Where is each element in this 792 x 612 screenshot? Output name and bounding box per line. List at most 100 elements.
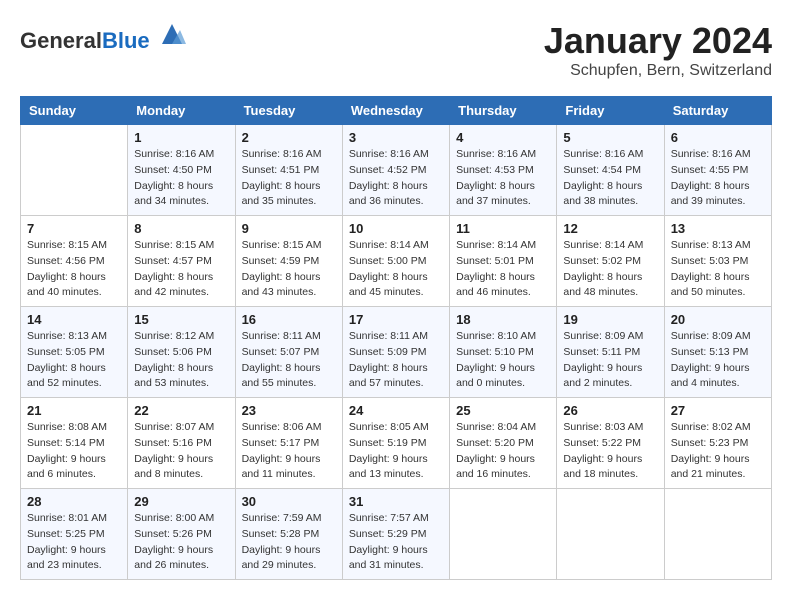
calendar-cell: 21 Sunrise: 8:08 AMSunset: 5:14 PMDayligh… — [21, 398, 128, 489]
day-number: 5 — [563, 130, 657, 145]
day-number: 11 — [456, 221, 550, 236]
day-info: Sunrise: 8:08 AMSunset: 5:14 PMDaylight:… — [27, 420, 121, 483]
column-header-friday: Friday — [557, 97, 664, 125]
calendar-cell: 12 Sunrise: 8:14 AMSunset: 5:02 PMDayligh… — [557, 216, 664, 307]
calendar-cell: 26 Sunrise: 8:03 AMSunset: 5:22 PMDayligh… — [557, 398, 664, 489]
calendar-cell: 9Sunrise: 8:15 AMSunset: 4:59 PMDaylight… — [235, 216, 342, 307]
day-number: 8 — [134, 221, 228, 236]
day-number: 28 — [27, 494, 121, 509]
day-info: Sunrise: 8:15 AMSunset: 4:59 PMDaylight:… — [242, 238, 336, 301]
calendar-cell: 15 Sunrise: 8:12 AMSunset: 5:06 PMDayligh… — [128, 307, 235, 398]
calendar-week-row: 21 Sunrise: 8:08 AMSunset: 5:14 PMDayligh… — [21, 398, 772, 489]
day-number: 1 — [134, 130, 228, 145]
page-header: GeneralBlue January 2024 Schupfen, Bern,… — [20, 20, 772, 80]
day-number: 21 — [27, 403, 121, 418]
day-info: Sunrise: 8:00 AMSunset: 5:26 PMDaylight:… — [134, 511, 228, 574]
column-header-wednesday: Wednesday — [342, 97, 449, 125]
column-header-saturday: Saturday — [664, 97, 771, 125]
day-info: Sunrise: 8:16 AMSunset: 4:52 PMDaylight:… — [349, 147, 443, 210]
logo: GeneralBlue — [20, 20, 186, 53]
day-number: 12 — [563, 221, 657, 236]
day-number: 14 — [27, 312, 121, 327]
calendar-week-row: 7Sunrise: 8:15 AMSunset: 4:56 PMDaylight… — [21, 216, 772, 307]
month-title: January 2024 — [544, 20, 772, 62]
logo-general-text: General — [20, 28, 102, 53]
day-number: 20 — [671, 312, 765, 327]
day-info: Sunrise: 8:14 AMSunset: 5:01 PMDaylight:… — [456, 238, 550, 301]
day-number: 25 — [456, 403, 550, 418]
day-info: Sunrise: 8:11 AMSunset: 5:09 PMDaylight:… — [349, 329, 443, 392]
calendar-cell: 31 Sunrise: 7:57 AMSunset: 5:29 PMDayligh… — [342, 489, 449, 580]
calendar-cell: 6Sunrise: 8:16 AMSunset: 4:55 PMDaylight… — [664, 125, 771, 216]
column-header-monday: Monday — [128, 97, 235, 125]
calendar-cell: 25 Sunrise: 8:04 AMSunset: 5:20 PMDayligh… — [450, 398, 557, 489]
day-info: Sunrise: 8:13 AMSunset: 5:03 PMDaylight:… — [671, 238, 765, 301]
calendar-week-row: 28 Sunrise: 8:01 AMSunset: 5:25 PMDayligh… — [21, 489, 772, 580]
day-number: 26 — [563, 403, 657, 418]
day-number: 10 — [349, 221, 443, 236]
day-number: 31 — [349, 494, 443, 509]
calendar-cell: 3 Sunrise: 8:16 AMSunset: 4:52 PMDaylight… — [342, 125, 449, 216]
calendar-cell: 10 Sunrise: 8:14 AMSunset: 5:00 PMDayligh… — [342, 216, 449, 307]
day-info: Sunrise: 8:13 AMSunset: 5:05 PMDaylight:… — [27, 329, 121, 392]
day-info: Sunrise: 8:16 AMSunset: 4:53 PMDaylight:… — [456, 147, 550, 210]
calendar-cell: 28 Sunrise: 8:01 AMSunset: 5:25 PMDayligh… — [21, 489, 128, 580]
calendar-cell: 11 Sunrise: 8:14 AMSunset: 5:01 PMDayligh… — [450, 216, 557, 307]
day-info: Sunrise: 8:14 AMSunset: 5:00 PMDaylight:… — [349, 238, 443, 301]
calendar-cell: 2Sunrise: 8:16 AMSunset: 4:51 PMDaylight… — [235, 125, 342, 216]
day-number: 4 — [456, 130, 550, 145]
logo-icon — [158, 20, 186, 48]
day-info: Sunrise: 8:05 AMSunset: 5:19 PMDaylight:… — [349, 420, 443, 483]
day-number: 6 — [671, 130, 765, 145]
calendar-cell: 18 Sunrise: 8:10 AMSunset: 5:10 PMDayligh… — [450, 307, 557, 398]
calendar-cell: 23Sunrise: 8:06 AMSunset: 5:17 PMDayligh… — [235, 398, 342, 489]
calendar-cell: 27Sunrise: 8:02 AMSunset: 5:23 PMDayligh… — [664, 398, 771, 489]
day-number: 18 — [456, 312, 550, 327]
calendar-cell: 24 Sunrise: 8:05 AMSunset: 5:19 PMDayligh… — [342, 398, 449, 489]
calendar-cell — [664, 489, 771, 580]
day-info: Sunrise: 7:57 AMSunset: 5:29 PMDaylight:… — [349, 511, 443, 574]
day-info: Sunrise: 8:04 AMSunset: 5:20 PMDaylight:… — [456, 420, 550, 483]
calendar-cell: 30 Sunrise: 7:59 AMSunset: 5:28 PMDayligh… — [235, 489, 342, 580]
calendar-cell: 5 Sunrise: 8:16 AMSunset: 4:54 PMDaylight… — [557, 125, 664, 216]
calendar-cell: 4 Sunrise: 8:16 AMSunset: 4:53 PMDaylight… — [450, 125, 557, 216]
day-number: 19 — [563, 312, 657, 327]
day-info: Sunrise: 8:09 AMSunset: 5:13 PMDaylight:… — [671, 329, 765, 392]
day-info: Sunrise: 8:03 AMSunset: 5:22 PMDaylight:… — [563, 420, 657, 483]
calendar-cell — [450, 489, 557, 580]
calendar-cell: 1 Sunrise: 8:16 AMSunset: 4:50 PMDaylight… — [128, 125, 235, 216]
calendar-cell — [21, 125, 128, 216]
calendar-cell: 22 Sunrise: 8:07 AMSunset: 5:16 PMDayligh… — [128, 398, 235, 489]
day-info: Sunrise: 8:01 AMSunset: 5:25 PMDaylight:… — [27, 511, 121, 574]
column-header-sunday: Sunday — [21, 97, 128, 125]
calendar-cell: 14 Sunrise: 8:13 AMSunset: 5:05 PMDayligh… — [21, 307, 128, 398]
day-number: 23 — [242, 403, 336, 418]
day-number: 15 — [134, 312, 228, 327]
day-info: Sunrise: 8:02 AMSunset: 5:23 PMDaylight:… — [671, 420, 765, 483]
calendar-week-row: 1 Sunrise: 8:16 AMSunset: 4:50 PMDaylight… — [21, 125, 772, 216]
day-number: 24 — [349, 403, 443, 418]
day-number: 7 — [27, 221, 121, 236]
day-number: 17 — [349, 312, 443, 327]
day-info: Sunrise: 8:15 AMSunset: 4:57 PMDaylight:… — [134, 238, 228, 301]
column-header-thursday: Thursday — [450, 97, 557, 125]
day-info: Sunrise: 8:16 AMSunset: 4:50 PMDaylight:… — [134, 147, 228, 210]
day-number: 3 — [349, 130, 443, 145]
day-number: 22 — [134, 403, 228, 418]
day-info: Sunrise: 7:59 AMSunset: 5:28 PMDaylight:… — [242, 511, 336, 574]
day-number: 16 — [242, 312, 336, 327]
calendar-cell: 29Sunrise: 8:00 AMSunset: 5:26 PMDayligh… — [128, 489, 235, 580]
day-info: Sunrise: 8:07 AMSunset: 5:16 PMDaylight:… — [134, 420, 228, 483]
day-info: Sunrise: 8:10 AMSunset: 5:10 PMDaylight:… — [456, 329, 550, 392]
calendar-cell: 17 Sunrise: 8:11 AMSunset: 5:09 PMDayligh… — [342, 307, 449, 398]
day-info: Sunrise: 8:12 AMSunset: 5:06 PMDaylight:… — [134, 329, 228, 392]
calendar-table: SundayMondayTuesdayWednesdayThursdayFrid… — [20, 96, 772, 580]
day-number: 30 — [242, 494, 336, 509]
calendar-cell: 19 Sunrise: 8:09 AMSunset: 5:11 PMDayligh… — [557, 307, 664, 398]
day-number: 2 — [242, 130, 336, 145]
title-block: January 2024 Schupfen, Bern, Switzerland — [544, 20, 772, 80]
day-info: Sunrise: 8:16 AMSunset: 4:54 PMDaylight:… — [563, 147, 657, 210]
day-info: Sunrise: 8:09 AMSunset: 5:11 PMDaylight:… — [563, 329, 657, 392]
day-info: Sunrise: 8:14 AMSunset: 5:02 PMDaylight:… — [563, 238, 657, 301]
calendar-cell: 16Sunrise: 8:11 AMSunset: 5:07 PMDayligh… — [235, 307, 342, 398]
